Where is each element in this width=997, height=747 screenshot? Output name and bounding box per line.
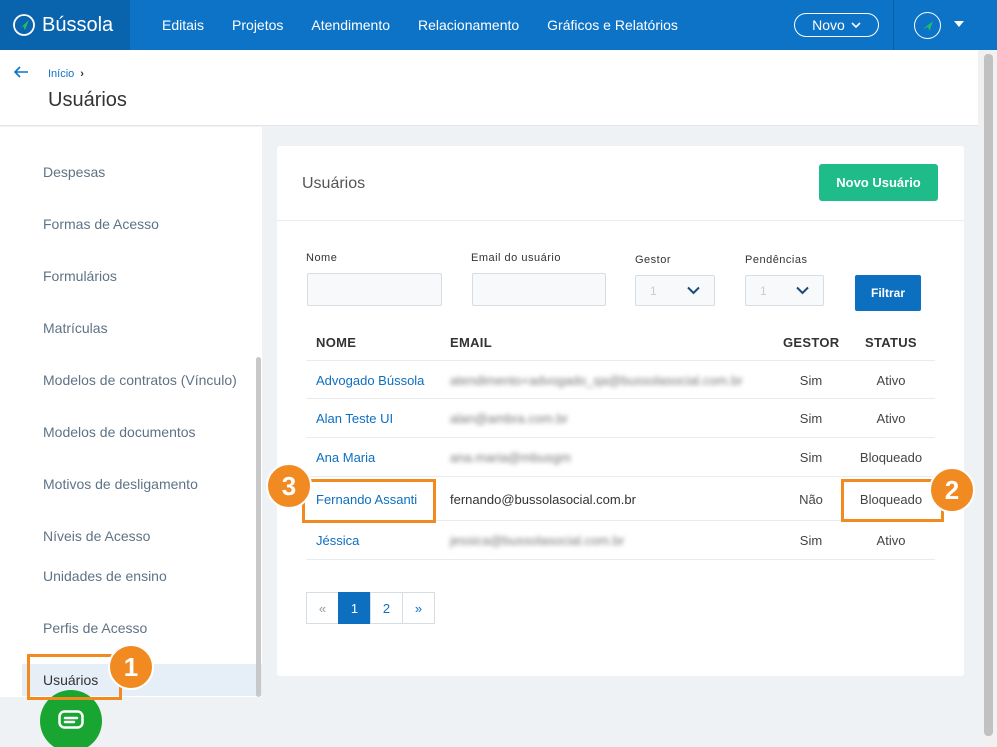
nav-item-graficos[interactable]: Gráficos e Relatórios: [547, 17, 678, 33]
card-title: Usuários: [302, 175, 366, 192]
annotation-badge-2: 2: [929, 467, 975, 513]
back-arrow-icon[interactable]: [12, 64, 30, 80]
user-gestor: Sim: [799, 533, 823, 548]
sidebar-item-unidades-ensino[interactable]: Unidades de ensino: [43, 568, 167, 584]
user-gestor: Não: [799, 492, 823, 507]
card-divider: [277, 220, 964, 221]
user-email: alan@ambra.com.br: [450, 411, 568, 426]
filter-gestor-label: Gestor: [635, 254, 672, 266]
filter-nome-label: Nome: [306, 252, 338, 264]
filter-email-label: Email do usuário: [471, 252, 561, 264]
breadcrumb: Início ›: [48, 68, 84, 80]
user-gestor: Sim: [799, 411, 823, 426]
user-name-link[interactable]: Jéssica: [316, 533, 359, 548]
user-status: Ativo: [876, 373, 906, 388]
user-status: Bloqueado: [859, 450, 923, 465]
chevron-down-icon: [687, 286, 700, 295]
filter-gestor-value: 1: [650, 284, 657, 298]
annotation-badge-3: 3: [266, 463, 312, 509]
compass-avatar-icon: [922, 20, 933, 31]
navbar-divider: [893, 0, 894, 50]
filter-pendencias-value: 1: [760, 284, 767, 298]
sidebar-item-formularios[interactable]: Formulários: [43, 268, 117, 284]
sidebar-item-perfis-acesso[interactable]: Perfis de Acesso: [43, 620, 147, 636]
nav-item-atendimento[interactable]: Atendimento: [311, 17, 390, 33]
novo-label: Novo: [812, 17, 845, 33]
breadcrumb-home[interactable]: Início: [48, 68, 74, 80]
column-header-status: STATUS: [865, 335, 917, 350]
sidebar-item-formas-acesso[interactable]: Formas de Acesso: [43, 216, 159, 232]
user-name-link[interactable]: Alan Teste UI: [316, 411, 393, 426]
filter-submit-button[interactable]: Filtrar: [855, 275, 921, 311]
filter-pendencias-label: Pendências: [745, 254, 808, 266]
filter-gestor-select[interactable]: 1: [635, 275, 715, 306]
table-row: Ana Maria ana.maria@mbusgm Sim Bloqueado: [306, 438, 935, 477]
pagination-next[interactable]: »: [402, 592, 435, 624]
nav-item-editais[interactable]: Editais: [162, 17, 204, 33]
sidebar-item-motivos-desligamento[interactable]: Motivos de desligamento: [43, 476, 198, 492]
column-header-email: EMAIL: [450, 335, 492, 350]
user-avatar[interactable]: [914, 12, 941, 39]
user-email: ana.maria@mbusgm: [450, 450, 571, 465]
annotation-badge-1: 1: [108, 644, 154, 690]
pagination: « 1 2 »: [306, 592, 435, 624]
annotation-highlight-user: [302, 479, 436, 523]
column-header-nome: NOME: [316, 335, 357, 350]
page-scrollbar-thumb[interactable]: [984, 54, 993, 736]
page-title: Usuários: [48, 89, 127, 111]
novo-dropdown-button[interactable]: Novo: [794, 13, 879, 37]
user-gestor: Sim: [799, 450, 823, 465]
filter-nome-input[interactable]: [307, 273, 442, 306]
user-status: Ativo: [876, 533, 906, 548]
chevron-down-icon: [796, 286, 809, 295]
user-name-link[interactable]: Advogado Bússola: [316, 373, 424, 388]
user-menu-caret-icon[interactable]: [953, 20, 965, 28]
chevron-down-icon: [851, 21, 861, 28]
sidebar-item-modelos-contratos[interactable]: Modelos de contratos (Vínculo): [43, 372, 237, 388]
sidebar-item-modelos-documentos[interactable]: Modelos de documentos: [43, 424, 196, 440]
table-row: Advogado Bússola atendimento+advogado_qa…: [306, 360, 935, 399]
sidebar-item-despesas[interactable]: Despesas: [43, 164, 105, 180]
filter-email-input[interactable]: [472, 273, 606, 306]
chat-icon: [58, 710, 84, 729]
user-status: Ativo: [876, 411, 906, 426]
user-gestor: Sim: [799, 373, 823, 388]
user-name-link[interactable]: Ana Maria: [316, 450, 375, 465]
main-nav: Editais Projetos Atendimento Relacioname…: [148, 0, 692, 50]
new-user-button[interactable]: Novo Usuário: [819, 164, 938, 201]
nav-item-projetos[interactable]: Projetos: [232, 17, 283, 33]
filter-pendencias-select[interactable]: 1: [745, 275, 824, 306]
user-email: atendimento+advogado_qa@bussolasocial.co…: [450, 373, 743, 388]
compass-icon: [13, 14, 35, 36]
page-header: Início › Usuários: [0, 50, 978, 126]
settings-sidebar: Despesas Formas de Acesso Formulários Ma…: [0, 127, 262, 697]
column-header-gestor: GESTOR: [783, 335, 840, 350]
sidebar-item-matriculas[interactable]: Matrículas: [43, 320, 108, 336]
brand-logo[interactable]: Bússola: [0, 0, 130, 50]
table-row: Alan Teste UI alan@ambra.com.br Sim Ativ…: [306, 399, 935, 438]
brand-name: Bússola: [42, 13, 114, 36]
nav-item-relacionamento[interactable]: Relacionamento: [418, 17, 519, 33]
table-row: Jéssica jessica@bussolasocial.com.br Sim…: [306, 521, 935, 560]
sidebar-scrollbar-thumb[interactable]: [256, 357, 261, 697]
user-email: fernando@bussolasocial.com.br: [450, 492, 636, 507]
pagination-page-2[interactable]: 2: [370, 592, 403, 624]
breadcrumb-separator: ›: [80, 68, 84, 80]
sidebar-item-niveis-acesso[interactable]: Níveis de Acesso: [43, 528, 150, 544]
pagination-page-1[interactable]: 1: [338, 592, 371, 624]
users-card: Usuários Novo Usuário Nome Email do usuá…: [277, 146, 964, 676]
top-navbar: Bússola Editais Projetos Atendimento Rel…: [0, 0, 997, 50]
user-email: jessica@bussolasocial.com.br: [450, 533, 625, 548]
page-scrollbar[interactable]: [980, 50, 997, 747]
pagination-prev[interactable]: «: [306, 592, 339, 624]
